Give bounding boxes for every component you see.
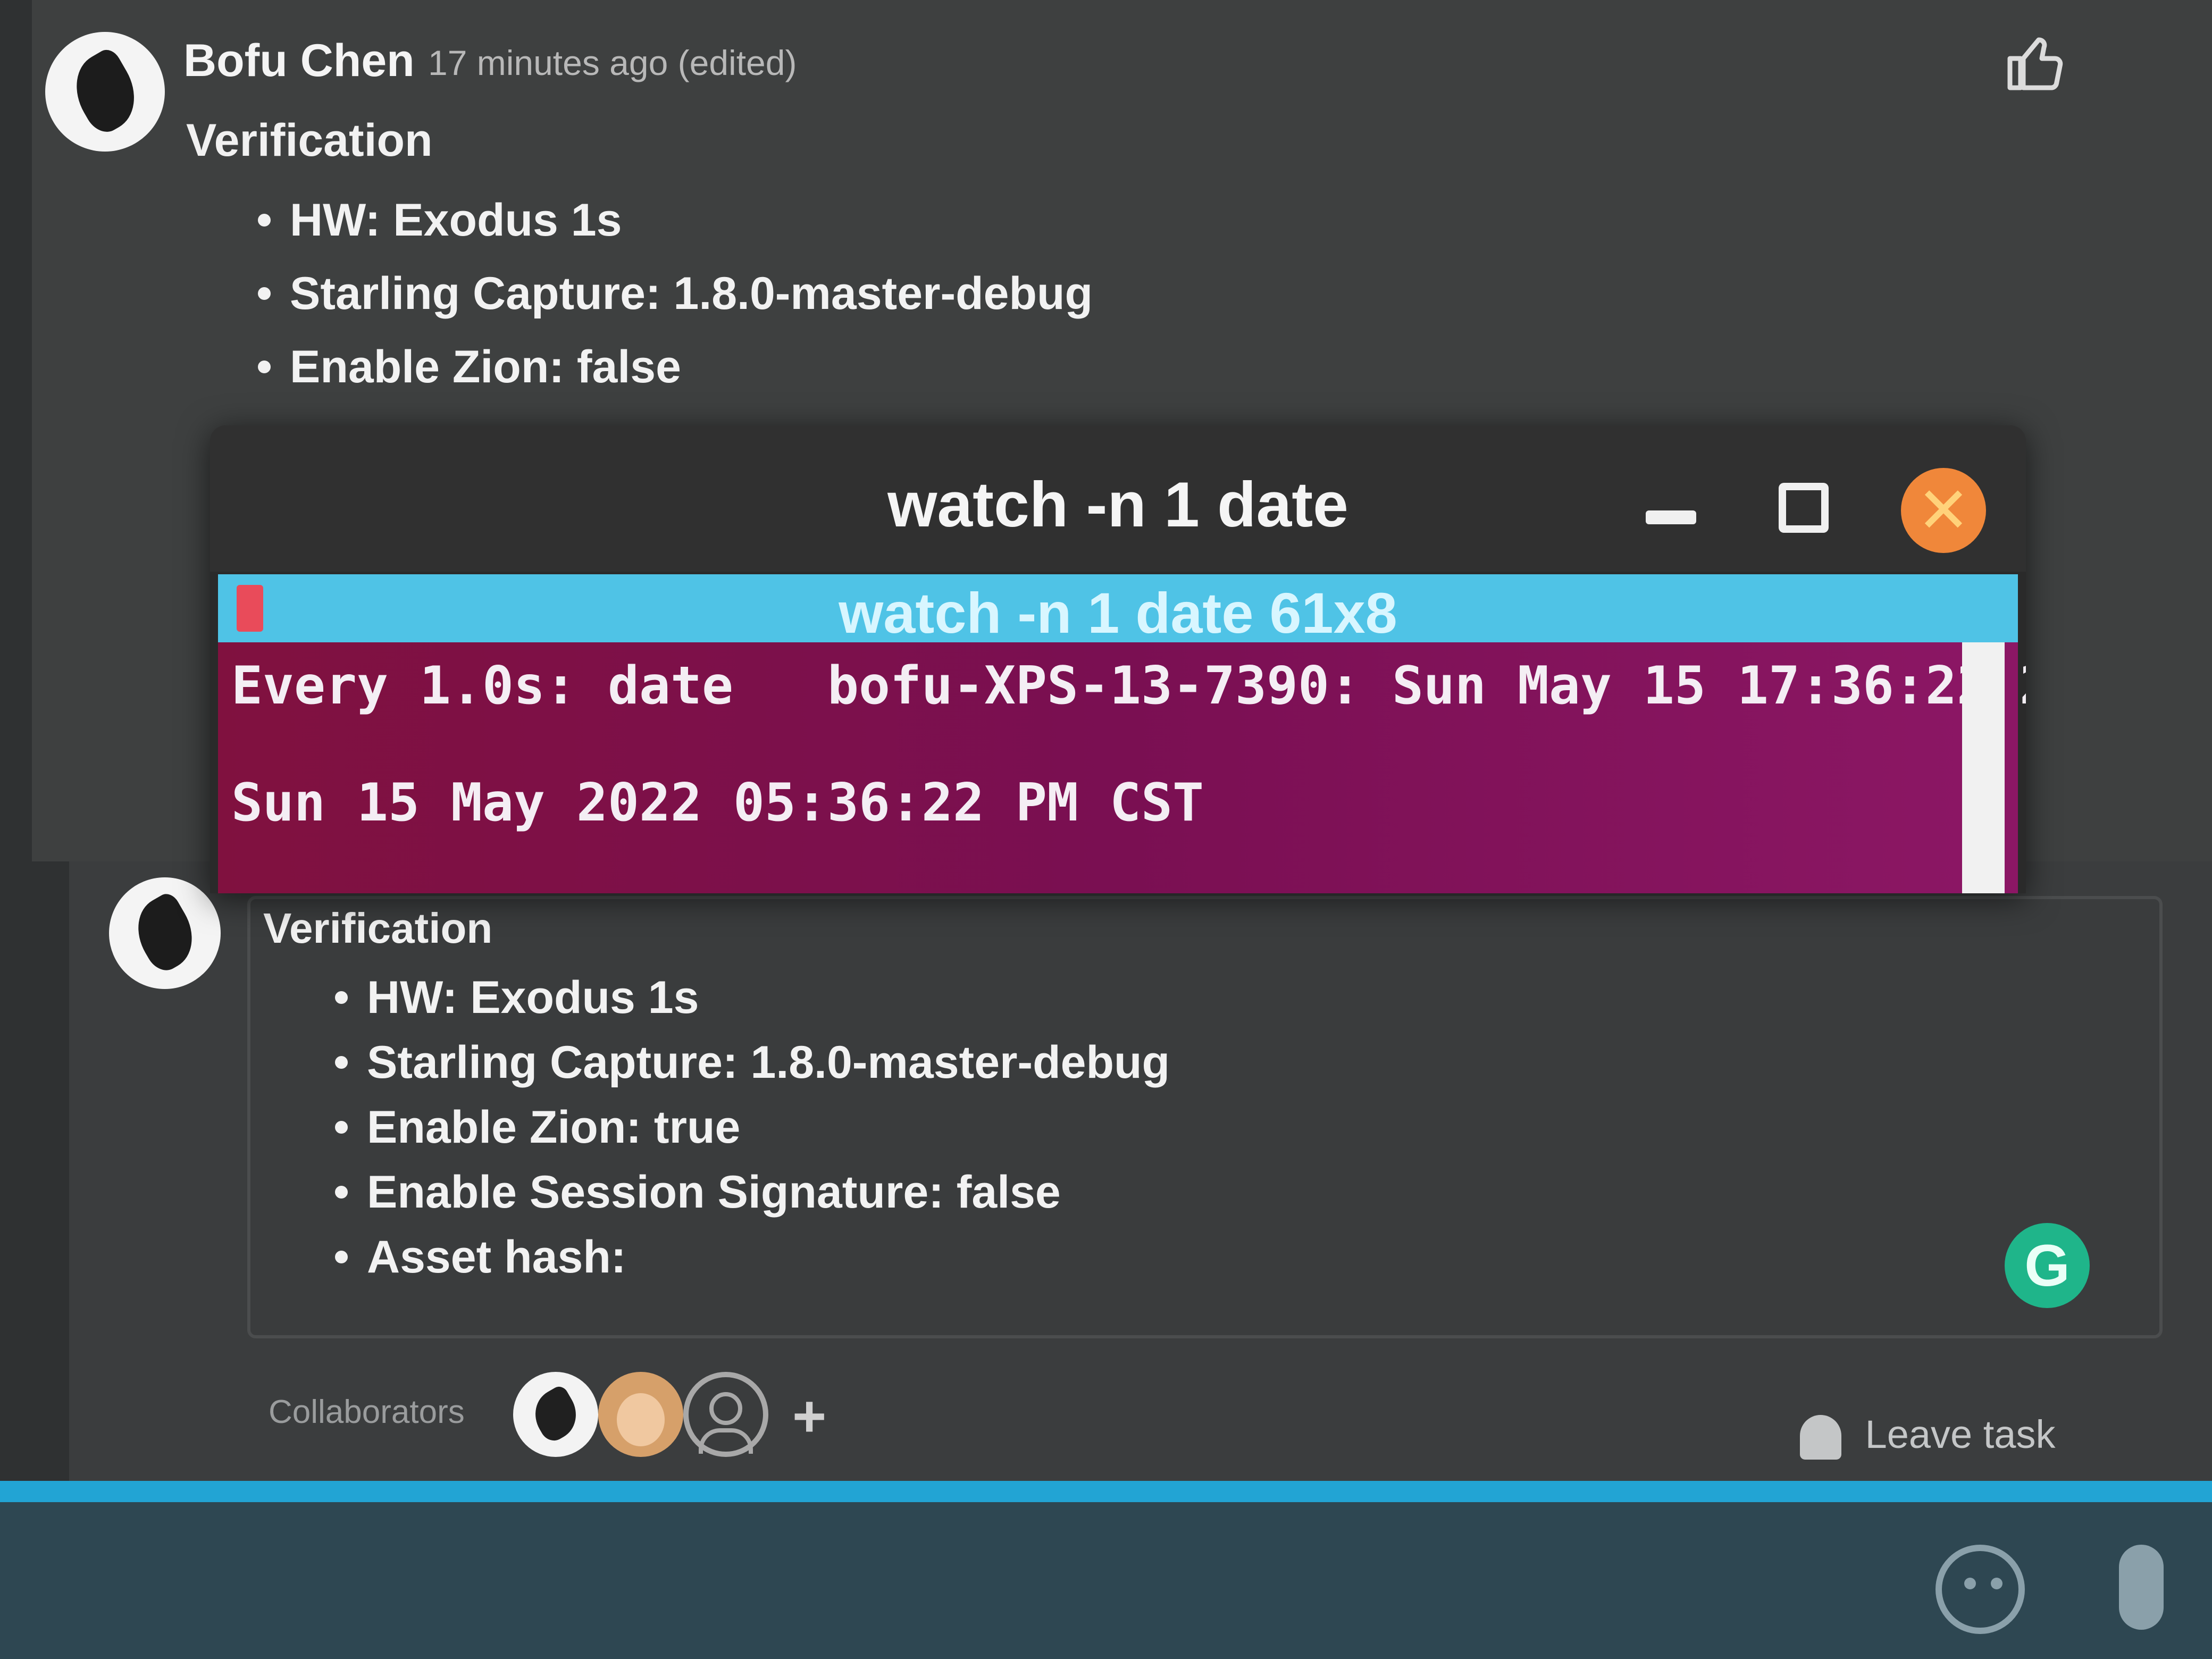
mic-icon[interactable] (2119, 1545, 2164, 1630)
list-item[interactable]: Asset hash: (335, 1225, 1170, 1289)
minimize-icon[interactable] (1646, 510, 1696, 524)
terminal-window-title: watch -n 1 date (887, 469, 1348, 540)
list-item: Enable Zion: false (258, 330, 1093, 404)
terminal-tab-title: watch -n 1 date 61x8 (839, 581, 1397, 645)
terminal-header-line: Every 1.0s: date bofu-XPS-13-7390: Sun M… (231, 656, 2026, 716)
maximize-icon[interactable] (1779, 483, 1829, 533)
emoji-icon[interactable] (1936, 1545, 2025, 1634)
close-icon[interactable]: ✕ (1901, 468, 1986, 553)
comment-author-name[interactable]: Bofu Chen (183, 35, 415, 87)
list-item[interactable]: Enable Zion: true (335, 1095, 1170, 1160)
comment-section-title: Verification (186, 115, 433, 166)
terminal-output[interactable]: Every 1.0s: date bofu-XPS-13-7390: Sun M… (218, 642, 2026, 893)
list-item: HW: Exodus 1s (258, 183, 1093, 257)
leave-task-label: Leave task (1865, 1412, 2056, 1456)
comment-author-avatar[interactable] (45, 32, 165, 152)
terminal-window[interactable]: watch -n 1 date ✕ watch -n 1 date 61x8 E… (210, 425, 2026, 893)
terminal-date-output: Sun 15 May 2022 05:36:22 PM CST (231, 773, 1204, 833)
terminal-tab[interactable]: watch -n 1 date 61x8 (218, 574, 2018, 645)
editor-bullet-list[interactable]: HW: Exodus 1s Starling Capture: 1.8.0-ma… (335, 965, 1170, 1289)
list-item[interactable]: HW: Exodus 1s (335, 965, 1170, 1030)
comment-bullet-list: HW: Exodus 1s Starling Capture: 1.8.0-ma… (258, 183, 1093, 404)
list-item[interactable]: Enable Session Signature: false (335, 1160, 1170, 1225)
collaborators-label: Collaborators (269, 1394, 465, 1430)
terminal-scrollbar[interactable] (1962, 642, 2005, 893)
accent-divider (0, 1481, 2212, 1502)
list-item: Starling Capture: 1.8.0-master-debug (258, 257, 1093, 330)
collaborator-avatar[interactable] (598, 1372, 683, 1457)
editor-section-title[interactable]: Verification (263, 904, 492, 953)
collaborator-placeholder-avatar[interactable] (683, 1372, 768, 1457)
terminal-titlebar[interactable]: watch -n 1 date ✕ (210, 425, 2026, 572)
like-icon[interactable] (2005, 32, 2068, 96)
leave-task-button[interactable]: Leave task (1800, 1412, 2055, 1460)
add-collaborator-button[interactable]: + (792, 1382, 826, 1450)
list-item[interactable]: Starling Capture: 1.8.0-master-debug (335, 1030, 1170, 1095)
collaborator-avatar[interactable] (513, 1372, 598, 1457)
bottom-toolbar (0, 1502, 2212, 1659)
grammarly-icon[interactable]: G (2005, 1223, 2090, 1308)
bell-icon (1800, 1415, 1841, 1460)
editor-user-avatar (109, 877, 221, 989)
comment-timestamp: 17 minutes ago (edited) (428, 43, 797, 82)
